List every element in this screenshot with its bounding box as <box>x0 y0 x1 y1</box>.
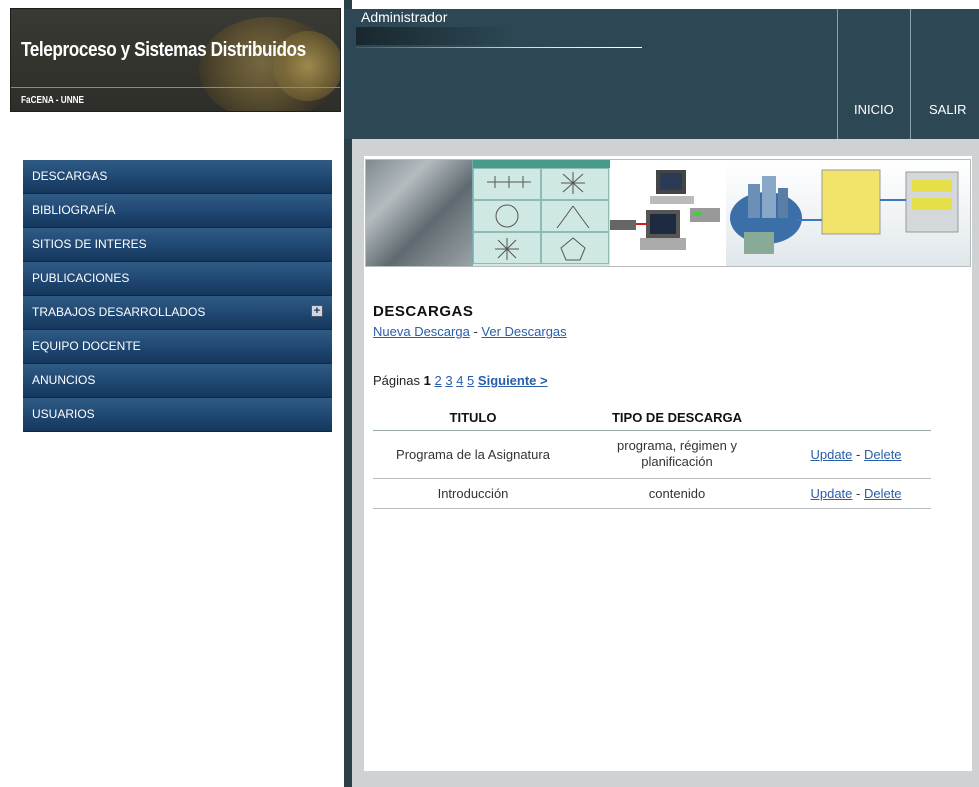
user-box-shade <box>356 27 516 45</box>
table-header-row: TITULO TIPO DE DESCARGA <box>373 406 931 431</box>
header-banner-image <box>365 159 971 267</box>
table-row: Introducción contenido Update - Delete <box>373 478 931 509</box>
sidebar-item-anuncios[interactable]: ANUNCIOS <box>23 364 332 398</box>
sidebar-item-label: PUBLICACIONES <box>32 271 130 285</box>
cell-tipo-text: programa, régimen y planificación <box>617 438 737 469</box>
nav-salir-link[interactable]: SALIR <box>929 102 967 117</box>
computers-icon <box>610 170 720 250</box>
sidebar-item-publicaciones[interactable]: PUBLICACIONES <box>23 262 332 296</box>
sidebar-item-trabajos-desarrollados[interactable]: TRABAJOS DESARROLLADOS + <box>23 296 332 330</box>
site-title: Teleproceso y Sistemas Distribuidos <box>21 39 306 61</box>
pager-page-link[interactable]: 2 <box>434 373 441 388</box>
user-name: Administrador <box>361 9 448 25</box>
pager-next-link[interactable]: Siguiente > <box>478 373 548 388</box>
expand-plus-icon[interactable]: + <box>311 305 323 317</box>
sidebar-item-bibliografia[interactable]: BIBLIOGRAFÍA <box>23 194 332 228</box>
sidebar-item-label: EQUIPO DOCENTE <box>32 339 141 353</box>
city-network-icon <box>730 169 959 254</box>
delete-link[interactable]: Delete <box>864 486 902 501</box>
nav-separator <box>837 9 838 139</box>
pager-page-link[interactable]: 4 <box>456 373 463 388</box>
sidebar-item-label: TRABAJOS DESARROLLADOS <box>32 305 206 319</box>
table-row: Programa de la Asignatura programa, régi… <box>373 430 931 479</box>
section-links: Nueva Descarga - Ver Descargas <box>373 324 567 339</box>
user-underline <box>356 47 642 48</box>
sidebar-menu: DESCARGAS BIBLIOGRAFÍA SITIOS DE INTERES… <box>23 160 332 432</box>
cell-titulo: Programa de la Asignatura <box>373 430 573 479</box>
nav-separator <box>910 9 911 139</box>
nav-inicio-link[interactable]: INICIO <box>854 102 894 117</box>
col-header-tipo: TIPO DE DESCARGA <box>573 406 781 431</box>
pager-prefix: Páginas <box>373 373 420 388</box>
user-box: Administrador <box>356 9 646 49</box>
sidebar-item-sitios-de-interes[interactable]: SITIOS DE INTERES <box>23 228 332 262</box>
cell-tipo: programa, régimen y planificación <box>573 430 781 479</box>
col-header-actions <box>781 406 931 431</box>
new-download-link[interactable]: Nueva Descarga <box>373 324 470 339</box>
action-separator: - <box>852 485 864 501</box>
link-separator: - <box>469 324 482 339</box>
computer-network-graphic <box>610 160 726 266</box>
update-link[interactable]: Update <box>810 486 852 501</box>
cell-actions: Update - Delete <box>781 430 931 479</box>
topology-icons <box>487 172 590 261</box>
sidebar-item-equipo-docente[interactable]: EQUIPO DOCENTE <box>23 330 332 364</box>
col-header-titulo: TITULO <box>373 406 573 431</box>
update-link[interactable]: Update <box>810 447 852 462</box>
topology-diagram-graphic <box>472 160 611 266</box>
top-bar: Administrador INICIO SALIR <box>344 9 979 139</box>
pagination: Páginas 1 2 3 4 5 Siguiente > <box>373 373 548 388</box>
cell-tipo: contenido <box>573 478 781 509</box>
view-downloads-link[interactable]: Ver Descargas <box>481 324 566 339</box>
pager-current-page: 1 <box>423 373 431 388</box>
city-network-graphic <box>726 160 970 266</box>
delete-link[interactable]: Delete <box>864 447 902 462</box>
page-title: DESCARGAS <box>373 303 474 320</box>
cell-actions: Update - Delete <box>781 478 931 509</box>
sidebar-item-label: BIBLIOGRAFÍA <box>32 203 116 217</box>
action-separator: - <box>852 446 864 462</box>
sidebar-item-label: USUARIOS <box>32 407 95 421</box>
site-subtitle: FaCENA - UNNE <box>21 95 85 106</box>
main-content: DESCARGAS Nueva Descarga - Ver Descargas… <box>364 156 972 771</box>
site-logo-banner[interactable]: Teleproceso y Sistemas Distribuidos FaCE… <box>10 8 341 112</box>
cell-titulo: Introducción <box>373 478 573 509</box>
sidebar-item-label: ANUNCIOS <box>32 373 96 387</box>
sidebar-item-label: DESCARGAS <box>32 169 108 183</box>
hardware-photo <box>366 160 472 266</box>
pager-page-link[interactable]: 5 <box>467 373 474 388</box>
left-column: Teleproceso y Sistemas Distribuidos FaCE… <box>0 0 344 787</box>
logo-divider <box>11 87 340 88</box>
sidebar-item-descargas[interactable]: DESCARGAS <box>23 160 332 194</box>
sidebar-item-label: SITIOS DE INTERES <box>32 237 147 251</box>
pager-page-link[interactable]: 3 <box>445 373 452 388</box>
sidebar-item-usuarios[interactable]: USUARIOS <box>23 398 332 432</box>
downloads-table: TITULO TIPO DE DESCARGA Programa de la A… <box>373 406 931 509</box>
